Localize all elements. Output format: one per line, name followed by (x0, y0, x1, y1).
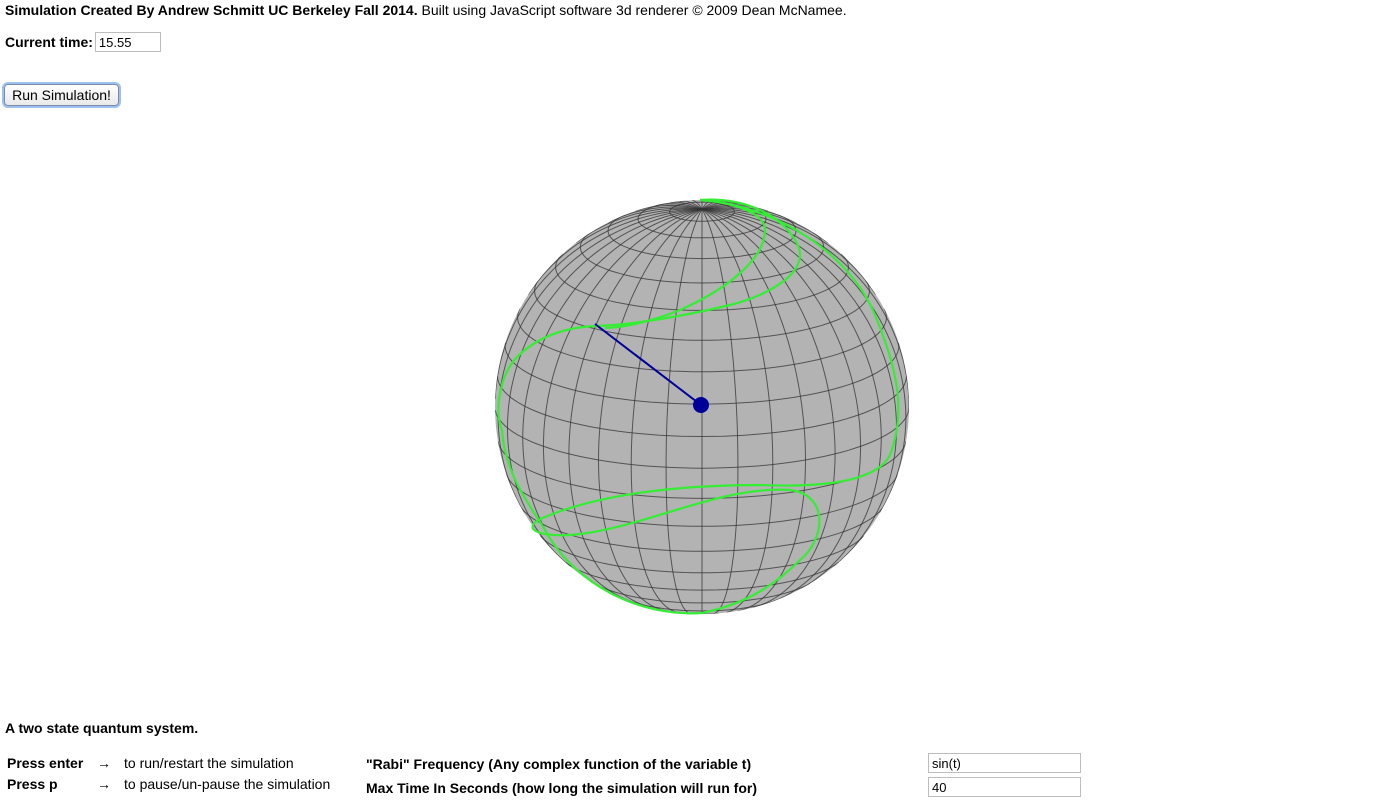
right-arrow-icon: → (97, 754, 111, 771)
sphere-center-point (693, 397, 709, 413)
bloch-sphere-canvas[interactable] (480, 185, 925, 630)
credits-author: Simulation Created By Andrew Schmitt UC … (5, 2, 418, 18)
credits-line: Simulation Created By Andrew Schmitt UC … (5, 2, 847, 18)
max-time-label: Max Time In Seconds (how long the simula… (366, 780, 757, 796)
system-description: A two state quantum system. (5, 720, 199, 736)
keyboard-shortcuts: Press enter → to run/restart the simulat… (7, 752, 330, 794)
rabi-frequency-row: "Rabi" Frequency (Any complex function o… (366, 752, 1086, 776)
max-time-input[interactable] (928, 777, 1081, 797)
bloch-sphere (495, 198, 909, 615)
shortcut-description: to pause/un-pause the simulation (124, 775, 331, 792)
rabi-frequency-input[interactable] (928, 753, 1081, 773)
run-simulation-button[interactable]: Run Simulation! (4, 84, 119, 106)
current-time-label: Current time: (5, 34, 93, 50)
shortcut-key: Press enter (7, 754, 84, 771)
shortcut-key: Press p (7, 775, 58, 792)
current-time-field[interactable] (94, 32, 161, 52)
shortcut-row: Press enter → to run/restart the simulat… (7, 752, 330, 773)
rabi-frequency-label: "Rabi" Frequency (Any complex function o… (366, 756, 752, 772)
current-time-row: Current time: (5, 32, 161, 52)
max-time-row: Max Time In Seconds (how long the simula… (366, 776, 1086, 800)
right-arrow-icon: → (97, 775, 111, 792)
shortcut-description: to run/restart the simulation (124, 754, 294, 771)
simulation-parameters: "Rabi" Frequency (Any complex function o… (366, 752, 1086, 800)
credits-renderer: Built using JavaScript software 3d rende… (417, 2, 847, 18)
